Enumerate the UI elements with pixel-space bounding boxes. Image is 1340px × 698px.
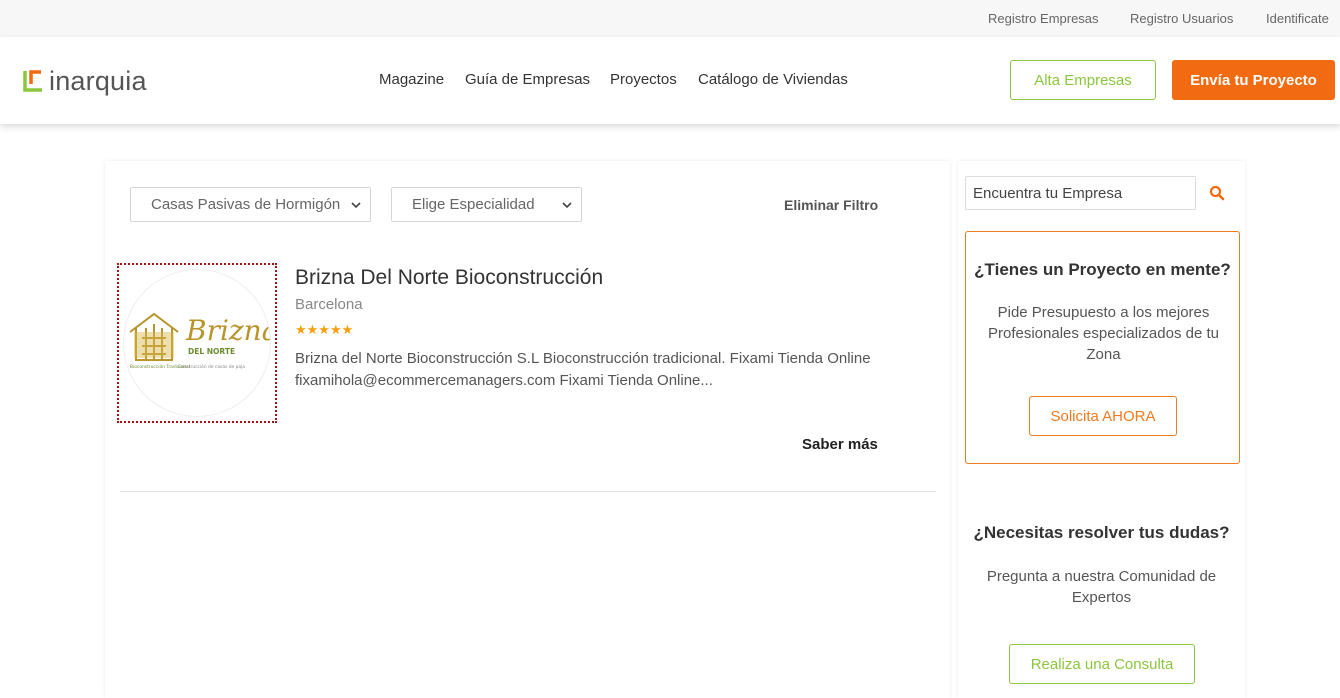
doubts-text: Pregunta a nuestra Comunidad de Expertos	[986, 568, 1217, 606]
doubts-title: ¿Necesitas resolver tus dudas?	[973, 523, 1230, 542]
realiza-consulta-button[interactable]: Realiza una Consulta	[1009, 644, 1195, 684]
category-select-value: Casas Pasivas de Hormigón	[151, 196, 341, 213]
project-cta-title: ¿Tienes un Proyecto en mente?	[974, 260, 1231, 279]
logo-brand-text: Brizna	[185, 314, 271, 347]
nav-proyectos[interactable]: Proyectos	[610, 71, 677, 88]
specialty-select-value: Elige Especialidad	[412, 196, 535, 213]
saber-mas-link[interactable]: Saber más	[802, 436, 878, 453]
search-icon[interactable]	[1209, 185, 1225, 201]
listing-panel: Casas Pasivas de Hormigón Elige Especial…	[105, 161, 950, 698]
company-city: Barcelona	[295, 296, 363, 313]
sidebar: Encuentra tu Empresa ¿Tienes un Proyecto…	[958, 161, 1245, 698]
logo-tag-right: Construcción de casas de paja	[178, 363, 245, 370]
nav-magazine[interactable]: Magazine	[379, 71, 444, 88]
project-cta-text: Pide Presupuesto a los mejores Profesion…	[988, 304, 1219, 363]
logo-mark-icon	[23, 70, 42, 92]
main-header: inarquia Magazine Guía de Empresas Proye…	[0, 37, 1340, 124]
company-logo-image: Brizna DEL NORTE Bioconstrucción Tradici…	[123, 269, 271, 417]
rating-stars: ★★★★★	[295, 322, 354, 337]
alta-empresas-button[interactable]: Alta Empresas	[1010, 60, 1156, 100]
nav-catalogo-viviendas[interactable]: Catálogo de Viviendas	[698, 71, 848, 88]
specialty-select[interactable]: Elige Especialidad	[391, 187, 582, 222]
project-cta-box: ¿Tienes un Proyecto en mente? Pide Presu…	[965, 231, 1240, 464]
nav-guia-empresas[interactable]: Guía de Empresas	[465, 71, 590, 88]
company-description: Brizna del Norte Bioconstrucción S.L Bio…	[295, 350, 871, 389]
logo-text: inarquia	[49, 66, 147, 96]
company-search-input[interactable]: Encuentra tu Empresa	[965, 176, 1196, 210]
company-logo-thumbnail[interactable]: Brizna DEL NORTE Bioconstrucción Tradici…	[117, 263, 277, 423]
solicita-ahora-button[interactable]: Solicita AHORA	[1029, 396, 1177, 436]
company-name[interactable]: Brizna Del Norte Bioconstrucción	[295, 266, 603, 290]
top-bar: Registro Empresas Registro Usuarios Iden…	[0, 0, 1340, 37]
category-select[interactable]: Casas Pasivas de Hormigón	[130, 187, 371, 222]
registro-usuarios-link[interactable]: Registro Usuarios	[1130, 11, 1233, 26]
identificate-link[interactable]: Identificate	[1266, 11, 1329, 26]
logo-sub-text: DEL NORTE	[188, 347, 235, 356]
clear-filter-link[interactable]: Eliminar Filtro	[784, 197, 878, 213]
chevron-down-icon	[351, 202, 361, 209]
envia-proyecto-button[interactable]: Envía tu Proyecto	[1172, 60, 1335, 100]
listing-divider	[120, 491, 936, 492]
registro-empresas-link[interactable]: Registro Empresas	[988, 11, 1099, 26]
chevron-down-icon	[562, 202, 572, 209]
site-logo[interactable]: inarquia	[22, 64, 147, 96]
